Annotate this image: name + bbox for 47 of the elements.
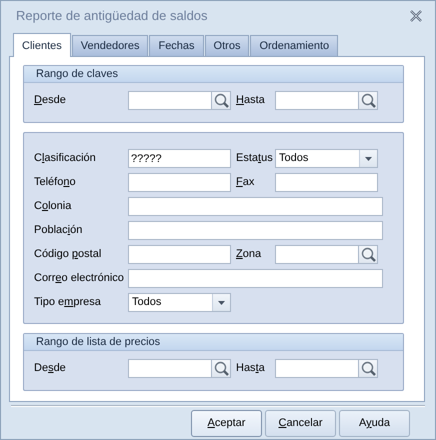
field-label: Hasta — [235, 361, 266, 376]
caret-icon — [218, 300, 225, 304]
input-field[interactable] — [275, 91, 358, 110]
field-label: Zona — [235, 247, 262, 262]
input-field[interactable] — [128, 359, 211, 378]
input-field[interactable] — [128, 197, 383, 216]
dialog-button[interactable]: Aceptar — [191, 410, 262, 437]
search-button[interactable] — [211, 359, 231, 378]
dropdown[interactable]: Todos — [275, 149, 378, 168]
dropdown[interactable]: Todos — [128, 293, 231, 312]
dialog-button[interactable]: Cancelar — [265, 410, 336, 437]
tab[interactable]: Clientes — [13, 33, 71, 57]
close-button[interactable] — [409, 9, 423, 23]
search-button[interactable] — [358, 91, 378, 110]
field-label: Código postal — [34, 247, 102, 262]
field-label: Teléfono — [34, 175, 77, 190]
field-label: Tipo empresa — [34, 295, 102, 310]
tab[interactable]: Vendedores — [72, 35, 148, 56]
input-field[interactable] — [275, 359, 358, 378]
field-label: Correo electrónico — [34, 271, 125, 286]
field-label: Desde — [34, 361, 67, 376]
window-title: Reporte de antigüedad de saldos — [16, 7, 208, 26]
input-field[interactable] — [128, 173, 231, 192]
field-label: Clasificación — [34, 151, 97, 166]
field-label: Desde — [34, 93, 67, 108]
input-field[interactable]: ????? — [128, 149, 231, 168]
field-label: Colonia — [34, 199, 72, 214]
field-label: Población — [34, 223, 84, 238]
input-field[interactable] — [128, 245, 231, 264]
field-label: Estatus — [235, 151, 274, 166]
input-field[interactable] — [128, 221, 383, 240]
search-button[interactable] — [358, 245, 378, 264]
dialog-button[interactable]: Ayuda — [339, 410, 410, 437]
input-field[interactable] — [128, 91, 211, 110]
input-field[interactable] — [275, 245, 358, 264]
group-title: Rango de claves — [24, 66, 403, 83]
search-button[interactable] — [211, 91, 231, 110]
tab[interactable]: Ordenamiento — [250, 35, 338, 56]
caret-icon — [365, 156, 372, 160]
field-label: Fax — [235, 175, 256, 190]
search-button[interactable] — [358, 359, 378, 378]
input-field[interactable] — [275, 173, 378, 192]
input-field[interactable] — [128, 269, 383, 288]
group-title: Rango de lista de precios — [24, 334, 403, 351]
tab[interactable]: Fechas — [149, 35, 204, 56]
tab[interactable]: Otros — [204, 35, 250, 56]
field-label: Hasta — [235, 93, 266, 108]
